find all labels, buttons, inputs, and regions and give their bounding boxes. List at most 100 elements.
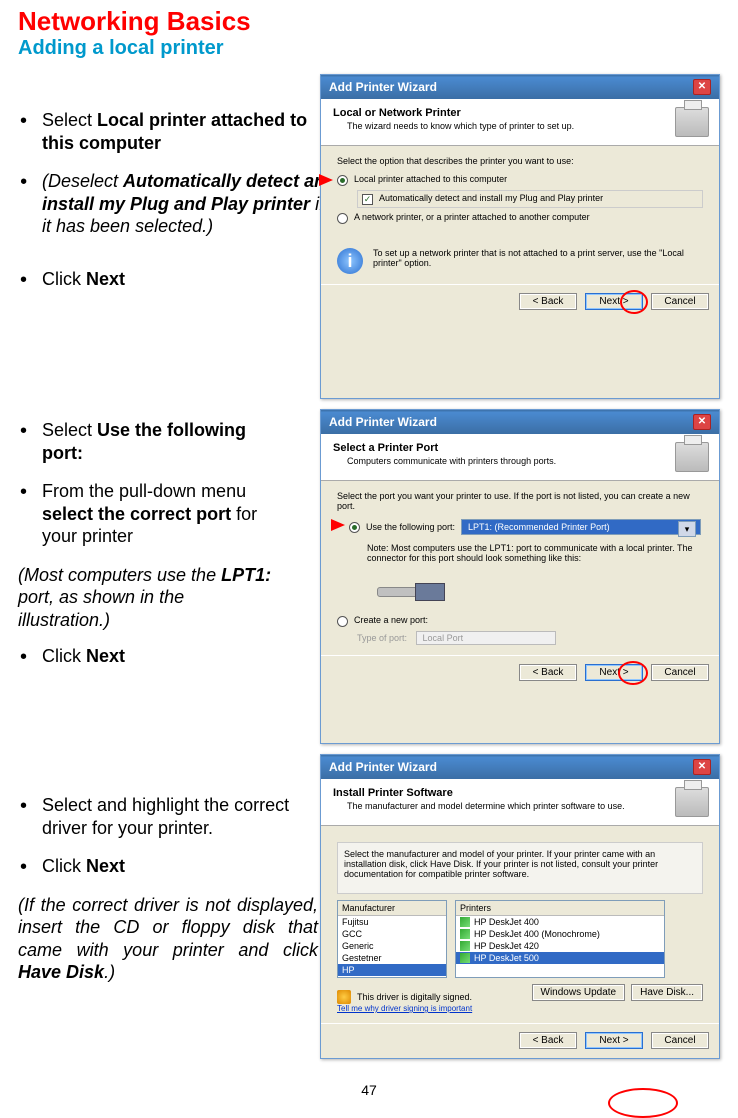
red-highlight-circle	[620, 290, 648, 314]
signed-icon	[460, 929, 470, 939]
list-item[interactable]: HP	[338, 964, 446, 976]
wizard2-subheading: Computers communicate with printers thro…	[347, 456, 707, 466]
wizard3-prompt: Select the manufacturer and model of you…	[344, 849, 696, 879]
wizard3-titlebar: Add Printer Wizard ✕	[321, 755, 719, 779]
have-disk-button[interactable]: Have Disk...	[631, 984, 703, 1001]
shield-icon	[337, 990, 351, 1004]
back-button[interactable]: < Back	[519, 1032, 577, 1049]
red-highlight-circle	[618, 661, 648, 685]
wizard2-titlebar: Add Printer Wizard ✕	[321, 410, 719, 434]
wizard3-title: Add Printer Wizard	[329, 760, 437, 774]
wizard3-prompt-box: Select the manufacturer and model of you…	[337, 842, 703, 894]
red-arrow-icon	[331, 519, 345, 531]
signed-icon	[460, 953, 470, 963]
manufacturer-listbox[interactable]: Manufacturer Fujitsu GCC Generic Gestetn…	[337, 900, 447, 978]
driver-signing-link[interactable]: Tell me why driver signing is important	[337, 1004, 472, 1013]
wizard1-titlebar: Add Printer Wizard ✕	[321, 75, 719, 99]
step-pulldown-port: From the pull-down menu select the corre…	[18, 480, 278, 548]
driver-signed-row: This driver is digitally signed.	[337, 990, 472, 1004]
cancel-button[interactable]: Cancel	[651, 1032, 709, 1049]
instructions-block-1: Select Local printer attached to this co…	[18, 109, 338, 306]
list-item[interactable]: HP DeskJet 400	[456, 916, 664, 928]
radio-create-port[interactable]	[337, 616, 348, 627]
connector-illustration	[377, 569, 447, 609]
printer-icon	[675, 107, 709, 137]
wizard1-heading: Local or Network Printer	[333, 107, 707, 119]
wizard2-header: Select a Printer Port Computers communic…	[321, 434, 719, 481]
manufacturer-header: Manufacturer	[338, 901, 446, 916]
next-button[interactable]: Next >	[585, 1032, 643, 1049]
page-title: Networking Basics	[0, 0, 738, 37]
close-button[interactable]: ✕	[693, 414, 711, 430]
windows-update-button[interactable]: Windows Update	[532, 984, 626, 1001]
back-button[interactable]: < Back	[519, 293, 577, 310]
printer-icon	[675, 442, 709, 472]
port-type-label: Type of port:	[357, 633, 407, 643]
wizard2-prompt: Select the port you want your printer to…	[337, 491, 703, 511]
step-click-next-3: Click Next	[18, 855, 318, 878]
printers-header: Printers	[456, 901, 664, 916]
signed-icon	[460, 917, 470, 927]
driver-signed-text: This driver is digitally signed.	[357, 992, 472, 1002]
radio-use-port-label: Use the following port:	[366, 522, 455, 532]
wizard1-subheading: The wizard needs to know which type of p…	[347, 121, 707, 131]
cancel-button[interactable]: Cancel	[651, 664, 709, 681]
wizard1-buttons: < Back Next > Cancel	[321, 284, 719, 318]
cancel-button[interactable]: Cancel	[651, 293, 709, 310]
list-item[interactable]: GCC	[338, 928, 446, 940]
radio-network-printer-label: A network printer, or a printer attached…	[354, 212, 590, 222]
wizard1-header: Local or Network Printer The wizard need…	[321, 99, 719, 146]
step-select-local-printer: Select Local printer attached to this co…	[18, 109, 338, 154]
wizard3-header: Install Printer Software The manufacture…	[321, 779, 719, 826]
wizard2-note: Note: Most computers use the LPT1: port …	[367, 543, 703, 563]
wizard3-buttons: < Back Next > Cancel	[321, 1023, 719, 1057]
list-item[interactable]: HP DeskJet 500	[456, 952, 664, 964]
wizard-install-software: Add Printer Wizard ✕ Install Printer Sof…	[320, 754, 720, 1059]
next-button[interactable]: Next >	[585, 664, 643, 681]
list-item[interactable]: Generic	[338, 940, 446, 952]
note-have-disk: (If the correct driver is not displayed,…	[18, 894, 318, 984]
close-button[interactable]: ✕	[693, 79, 711, 95]
wizard1-prompt: Select the option that describes the pri…	[337, 156, 703, 166]
wizard3-heading: Install Printer Software	[333, 787, 707, 799]
wizard3-body: Select the manufacturer and model of you…	[321, 826, 719, 1023]
step-click-next-2: Click Next	[18, 645, 278, 668]
wizard2-title: Add Printer Wizard	[329, 415, 437, 429]
checkbox-autodetect[interactable]	[362, 194, 373, 205]
close-button[interactable]: ✕	[693, 759, 711, 775]
signed-icon	[460, 941, 470, 951]
wizard1-info-text: To set up a network printer that is not …	[373, 248, 703, 268]
red-arrow-icon	[319, 174, 333, 186]
port-dropdown[interactable]: LPT1: (Recommended Printer Port)	[461, 519, 701, 535]
checkbox-autodetect-label: Automatically detect and install my Plug…	[379, 193, 603, 203]
page-subtitle: Adding a local printer	[0, 37, 738, 74]
wizard1-title: Add Printer Wizard	[329, 80, 437, 94]
note-lpt1: (Most computers use the LPT1: port, as s…	[18, 564, 278, 632]
radio-network-printer[interactable]	[337, 213, 348, 224]
list-item[interactable]: HP DeskJet 400 (Monochrome)	[456, 928, 664, 940]
wizard-local-or-network: Add Printer Wizard ✕ Local or Network Pr…	[320, 74, 720, 399]
page-number: 47	[361, 1082, 377, 1098]
radio-use-port[interactable]	[349, 522, 360, 533]
instructions-block-2: Select Use the following port: From the …	[18, 419, 278, 684]
wizard-select-port: Add Printer Wizard ✕ Select a Printer Po…	[320, 409, 720, 744]
printers-listbox[interactable]: Printers HP DeskJet 400 HP DeskJet 400 (…	[455, 900, 665, 978]
back-button[interactable]: < Back	[519, 664, 577, 681]
radio-local-printer-label: Local printer attached to this computer	[354, 174, 507, 184]
step-click-next-1: Click Next	[18, 268, 338, 291]
step-deselect-autodetect: (Deselect Automatically detect and insta…	[18, 170, 338, 238]
port-type-dropdown: Local Port	[416, 631, 556, 645]
step-select-port: Select Use the following port:	[18, 419, 278, 464]
list-item[interactable]: Fujitsu	[338, 916, 446, 928]
wizard3-subheading: The manufacturer and model determine whi…	[347, 801, 707, 811]
wizard2-heading: Select a Printer Port	[333, 442, 707, 454]
radio-local-printer[interactable]	[337, 175, 348, 186]
step-select-driver: Select and highlight the correct driver …	[18, 794, 318, 839]
instructions-block-3: Select and highlight the correct driver …	[18, 794, 318, 998]
printer-icon	[675, 787, 709, 817]
wizard1-body: Select the option that describes the pri…	[321, 146, 719, 284]
list-item[interactable]: HP DeskJet 420	[456, 940, 664, 952]
list-item[interactable]: Gestetner	[338, 952, 446, 964]
red-highlight-oval	[608, 1088, 678, 1118]
next-button[interactable]: Next >	[585, 293, 643, 310]
